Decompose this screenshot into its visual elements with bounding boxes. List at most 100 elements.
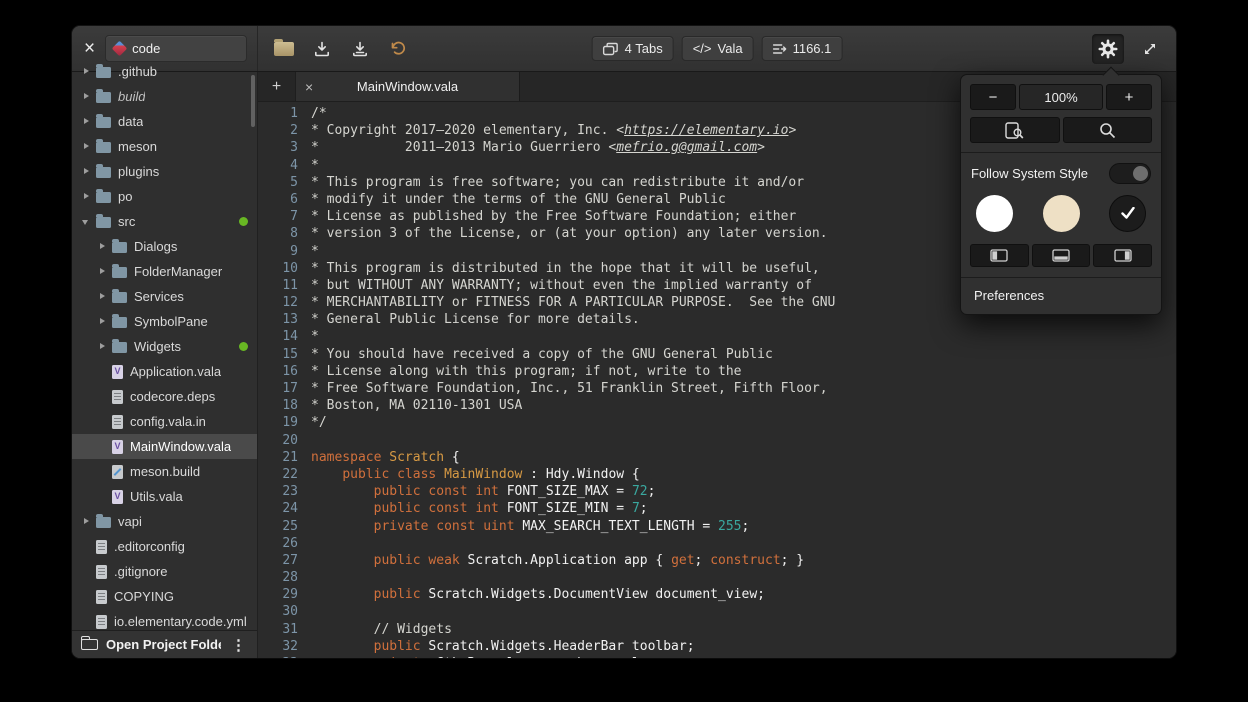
indent-spacer <box>80 565 93 578</box>
code-line[interactable]: 32 public Scratch.Widgets.HeaderBar tool… <box>258 638 1176 655</box>
tree-item-meson[interactable]: meson <box>72 134 257 159</box>
code-line[interactable]: 18* Boston, MA 02110-1301 USA <box>258 397 1176 414</box>
code-line[interactable]: 33 private Gtk.Revealer search_revealer; <box>258 655 1176 658</box>
expand-arrow-icon[interactable] <box>80 140 93 153</box>
find-button[interactable] <box>1063 117 1153 143</box>
line-number: 29 <box>258 586 298 603</box>
line-number: 6 <box>258 191 298 208</box>
code-line[interactable]: 17* Free Software Foundation, Inc., 51 F… <box>258 380 1176 397</box>
line-number: 10 <box>258 260 298 277</box>
tree-item-github[interactable]: .github <box>72 59 257 84</box>
show-bottom-panel-button[interactable] <box>1032 244 1091 267</box>
code-line[interactable]: 30 <box>258 603 1176 620</box>
file-icon <box>96 615 107 629</box>
show-left-panel-button[interactable] <box>970 244 1029 267</box>
tree-item-services[interactable]: Services <box>72 284 257 309</box>
code-line[interactable]: 20 <box>258 432 1176 449</box>
goto-line-button[interactable]: 1166.1 <box>762 36 843 61</box>
tree-item-widgets[interactable]: Widgets <box>72 334 257 359</box>
new-tab-button[interactable]: + <box>258 72 296 101</box>
tree-item-label: Widgets <box>134 339 181 354</box>
code-line[interactable]: 19*/ <box>258 414 1176 431</box>
expand-arrow-icon[interactable] <box>80 165 93 178</box>
code-line[interactable]: 26 <box>258 535 1176 552</box>
open-file-button[interactable] <box>268 34 300 64</box>
settings-button[interactable] <box>1092 34 1124 64</box>
tree-item-foldermanager[interactable]: FolderManager <box>72 259 257 284</box>
expand-arrow-icon[interactable] <box>96 240 109 253</box>
tree-item-editorconfig[interactable]: .editorconfig <box>72 534 257 559</box>
revert-button[interactable] <box>382 34 414 64</box>
project-menu-button[interactable]: ⋮ <box>229 636 248 654</box>
tree-item-mainwindow-vala[interactable]: MainWindow.vala <box>72 434 257 459</box>
window-close-button[interactable]: × <box>82 39 97 58</box>
expand-arrow-icon[interactable] <box>96 290 109 303</box>
line-number: 11 <box>258 277 298 294</box>
tree-item-config-vala-in[interactable]: config.vala.in <box>72 409 257 434</box>
code-line[interactable]: 25 private const uint MAX_SEARCH_TEXT_LE… <box>258 518 1176 535</box>
project-chip[interactable]: code <box>105 35 247 62</box>
tree-item-src[interactable]: src <box>72 209 257 234</box>
tree-item-codecore-deps[interactable]: codecore.deps <box>72 384 257 409</box>
code-line[interactable]: 15* You should have received a copy of t… <box>258 346 1176 363</box>
tree-item-gitignore[interactable]: .gitignore <box>72 559 257 584</box>
tree-item-meson-build[interactable]: meson.build <box>72 459 257 484</box>
follow-system-style-toggle[interactable] <box>1109 163 1151 184</box>
save-button[interactable] <box>306 34 338 64</box>
collapse-arrow-icon[interactable] <box>80 215 93 228</box>
show-right-panel-button[interactable] <box>1093 244 1152 267</box>
indent-spacer <box>96 390 109 403</box>
tab-close-button[interactable]: × <box>305 80 313 94</box>
zoom-out-button[interactable]: − <box>970 84 1016 110</box>
tree-item-label: Services <box>134 289 184 304</box>
expand-arrow-icon[interactable] <box>80 115 93 128</box>
sepia-style-swatch[interactable] <box>1043 195 1080 232</box>
expand-arrow-icon[interactable] <box>80 90 93 103</box>
tree-item-data[interactable]: data <box>72 109 257 134</box>
light-style-swatch[interactable] <box>976 195 1013 232</box>
code-line[interactable]: 31 // Widgets <box>258 621 1176 638</box>
tree-item-vapi[interactable]: vapi <box>72 509 257 534</box>
code-line[interactable]: 27 public weak Scratch.Application app {… <box>258 552 1176 569</box>
tree-item-utils-vala[interactable]: Utils.vala <box>72 484 257 509</box>
code-line[interactable]: 29 public Scratch.Widgets.DocumentView d… <box>258 586 1176 603</box>
tab-mainwindow-vala[interactable]: MainWindow.vala × <box>296 72 520 101</box>
tree-item-dialogs[interactable]: Dialogs <box>72 234 257 259</box>
zoom-in-button[interactable]: + <box>1106 84 1152 110</box>
open-project-button[interactable]: Open Project Folder… ⋮ <box>72 630 257 658</box>
code-line[interactable]: 14* <box>258 328 1176 345</box>
tree-item-copying[interactable]: COPYING <box>72 584 257 609</box>
fullscreen-button[interactable] <box>1134 34 1166 64</box>
code-text: * This program is distributed in the hop… <box>298 260 820 277</box>
tree-item-io-elementary-code-yml[interactable]: io.elementary.code.yml <box>72 609 257 630</box>
find-in-project-button[interactable] <box>970 117 1060 143</box>
tree-item-symbolpane[interactable]: SymbolPane <box>72 309 257 334</box>
code-line[interactable]: 16* License along with this program; if … <box>258 363 1176 380</box>
expand-arrow-icon[interactable] <box>96 265 109 278</box>
code-line[interactable]: 28 <box>258 569 1176 586</box>
expand-arrow-icon[interactable] <box>80 65 93 78</box>
zoom-level[interactable]: 100% <box>1019 84 1103 110</box>
code-line[interactable]: 22 public class MainWindow : Hdy.Window … <box>258 466 1176 483</box>
sidebar-scrollbar[interactable] <box>251 75 255 127</box>
folder-icon <box>96 217 111 228</box>
expand-arrow-icon[interactable] <box>80 190 93 203</box>
tree-item-po[interactable]: po <box>72 184 257 209</box>
tree-item-build[interactable]: build <box>72 84 257 109</box>
tree-item-label: build <box>118 89 145 104</box>
code-line[interactable]: 24 public const int FONT_SIZE_MIN = 7; <box>258 500 1176 517</box>
line-number: 19 <box>258 414 298 431</box>
preferences-item[interactable]: Preferences <box>961 277 1161 314</box>
save-as-button[interactable] <box>344 34 376 64</box>
code-line[interactable]: 21namespace Scratch { <box>258 449 1176 466</box>
tabs-overview-button[interactable]: 4 Tabs <box>592 36 674 61</box>
tree-item-application-vala[interactable]: Application.vala <box>72 359 257 384</box>
language-button[interactable]: </> Vala <box>682 36 754 61</box>
expand-arrow-icon[interactable] <box>80 515 93 528</box>
line-number: 32 <box>258 638 298 655</box>
expand-arrow-icon[interactable] <box>96 315 109 328</box>
dark-style-swatch[interactable] <box>1109 195 1146 232</box>
code-line[interactable]: 23 public const int FONT_SIZE_MAX = 72; <box>258 483 1176 500</box>
tree-item-plugins[interactable]: plugins <box>72 159 257 184</box>
expand-arrow-icon[interactable] <box>96 340 109 353</box>
